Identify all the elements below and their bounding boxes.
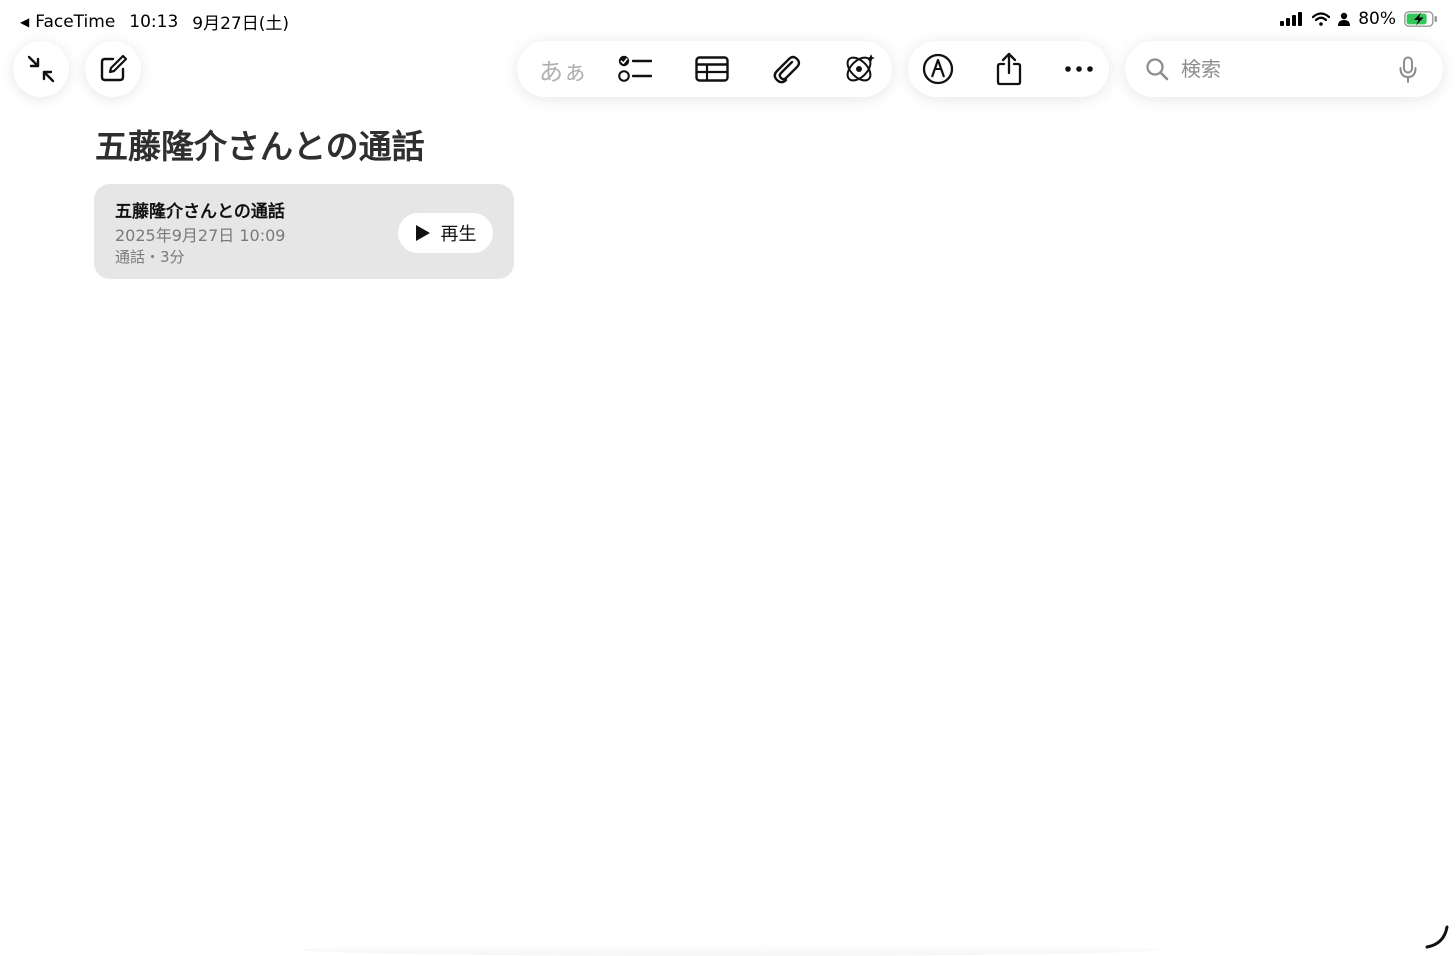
text-format-button[interactable]: あぁ xyxy=(527,41,599,97)
share-button[interactable] xyxy=(981,41,1037,97)
table-icon xyxy=(695,56,729,82)
format-toolbar: あぁ xyxy=(517,41,892,97)
attachment-button[interactable] xyxy=(758,41,814,97)
status-bar-right: 80% xyxy=(1280,9,1438,29)
table-button[interactable] xyxy=(684,41,740,97)
back-app-label[interactable]: FaceTime xyxy=(35,12,115,32)
clock-date: 9月27日(土) xyxy=(192,14,289,34)
markup-pen-icon xyxy=(922,53,954,85)
more-button[interactable] xyxy=(1051,41,1107,97)
checklist-button[interactable] xyxy=(607,41,663,97)
search-bar[interactable] xyxy=(1125,41,1443,97)
clock-time: 10:13 xyxy=(129,11,179,32)
apple-intelligence-button[interactable] xyxy=(832,41,888,97)
note-title[interactable]: 五藤隆介さんとの通話 xyxy=(95,120,425,168)
markup-button[interactable] xyxy=(910,41,966,97)
collapse-icon xyxy=(27,55,55,83)
back-triangle-icon[interactable]: ◀ xyxy=(20,15,29,29)
status-bar: ◀ FaceTime 10:13 9月27日(土) 80% xyxy=(0,0,1456,40)
compose-button[interactable] xyxy=(85,41,141,97)
microphone-icon[interactable] xyxy=(1399,56,1417,88)
play-icon xyxy=(415,225,430,241)
paperclip-icon xyxy=(773,55,801,84)
recording-title: 五藤隆介さんとの通話 xyxy=(115,202,285,222)
battery-charging-icon xyxy=(1404,11,1437,27)
battery-percent: 80% xyxy=(1358,9,1396,29)
action-toolbar xyxy=(908,41,1109,97)
play-label: 再生 xyxy=(440,224,477,245)
cellular-signal-icon xyxy=(1280,12,1303,26)
person-icon xyxy=(1338,12,1351,26)
share-icon xyxy=(996,52,1022,86)
text-format-label: あぁ xyxy=(539,57,587,86)
sparkle-icon xyxy=(846,54,875,82)
play-button[interactable]: 再生 xyxy=(398,213,493,253)
compose-icon xyxy=(100,54,128,82)
wifi-icon xyxy=(1312,12,1331,26)
call-recording-card[interactable]: 五藤隆介さんとの通話 2025年9月27日 10:09 通話・3分 再生 xyxy=(94,184,514,279)
status-bar-left: ◀ FaceTime 10:13 9月27日(土) xyxy=(20,9,289,35)
search-icon xyxy=(1145,57,1169,85)
recording-meta: 通話・3分 xyxy=(115,248,185,266)
more-icon xyxy=(1065,66,1093,72)
recording-date: 2025年9月27日 10:09 xyxy=(115,226,286,245)
search-input[interactable] xyxy=(1179,54,1379,84)
checklist-icon xyxy=(618,55,652,82)
collapse-button[interactable] xyxy=(13,41,69,97)
resize-handle-icon[interactable] xyxy=(1424,924,1450,950)
bottom-shadow xyxy=(300,944,1160,956)
